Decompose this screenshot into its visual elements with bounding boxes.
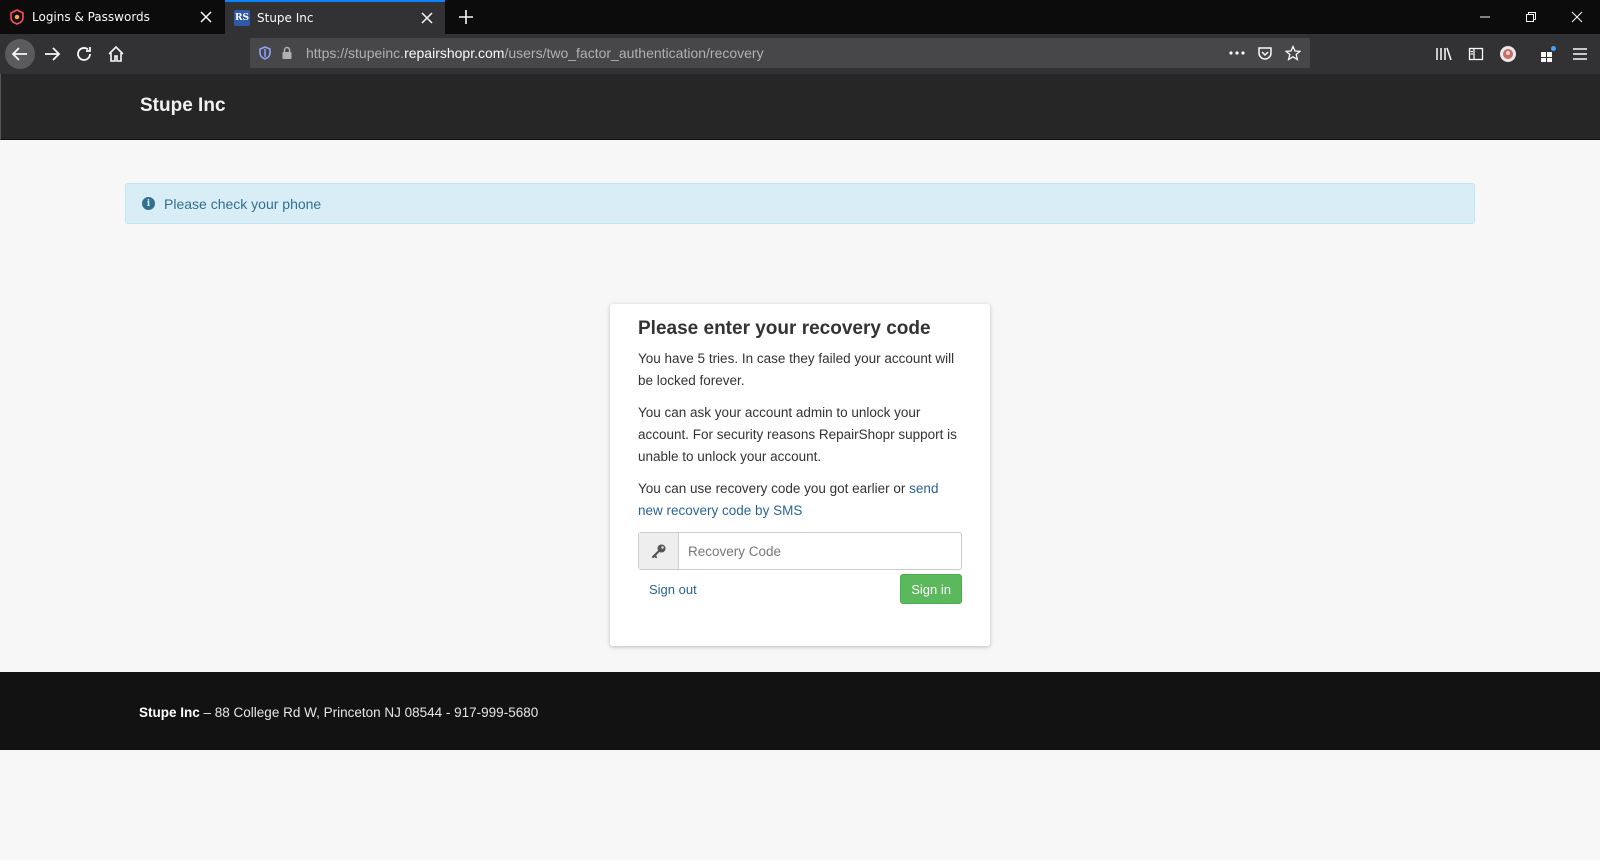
info-alert: i Please check your phone: [125, 183, 1475, 224]
sign-in-button[interactable]: Sign in: [900, 574, 962, 604]
browser-tab-bar: Logins & Passwords RS Stupe Inc: [0, 0, 1600, 34]
recovery-instructions: You can use recovery code you got earlie…: [638, 478, 962, 522]
site-header: Stupe Inc: [0, 74, 1600, 140]
url-text: https://stupeinc.repairshopr.com/users/t…: [306, 45, 764, 61]
key-icon: [639, 533, 679, 569]
url-prefix: https://stupeinc.: [306, 45, 405, 61]
alert-message: Please check your phone: [164, 195, 322, 212]
extensions-icon[interactable]: [1537, 43, 1559, 65]
footer-company: Stupe Inc: [139, 705, 200, 720]
page-actions-icon[interactable]: [1226, 42, 1248, 64]
browser-nav-bar: https://stupeinc.repairshopr.com/users/t…: [0, 34, 1600, 74]
back-button[interactable]: [5, 39, 35, 69]
restore-icon[interactable]: [1508, 0, 1554, 34]
tries-warning: You have 5 tries. In case they failed yo…: [638, 351, 955, 388]
lockwise-icon: [9, 9, 25, 25]
new-tab-icon[interactable]: [456, 7, 476, 27]
rs-favicon-icon: RS: [234, 10, 250, 26]
tab-title: Logins & Passwords: [32, 10, 150, 24]
minimize-icon[interactable]: [1462, 0, 1508, 34]
pocket-icon[interactable]: [1254, 42, 1276, 64]
home-button[interactable]: [101, 39, 131, 69]
lock-icon[interactable]: [276, 42, 298, 64]
sign-out-link[interactable]: Sign out: [649, 582, 697, 597]
footer-text: Stupe Inc – 88 College Rd W, Princeton N…: [139, 705, 538, 720]
bookmark-star-icon[interactable]: [1282, 42, 1304, 64]
close-window-icon[interactable]: [1554, 0, 1600, 34]
library-icon[interactable]: [1433, 43, 1455, 65]
card-title: Please enter your recovery code: [638, 318, 931, 339]
brand-name[interactable]: Stupe Inc: [140, 95, 226, 117]
admin-unlock-note: You can ask your account admin to unlock…: [638, 405, 957, 464]
recovery-code-group: [638, 532, 962, 570]
url-bar[interactable]: https://stupeinc.repairshopr.com/users/t…: [250, 38, 1310, 68]
account-avatar-icon[interactable]: [1497, 43, 1519, 65]
url-path: /users/two_factor_authentication/recover…: [504, 45, 764, 61]
tab-title: Stupe Inc: [257, 11, 314, 25]
url-host: repairshopr.com: [404, 45, 505, 61]
form-actions: Sign out Sign in: [638, 574, 962, 604]
close-tab-icon[interactable]: [417, 8, 437, 28]
favicon-text: RS: [235, 13, 249, 23]
close-tab-icon[interactable]: [196, 7, 216, 27]
menu-hamburger-icon[interactable]: [1569, 43, 1591, 65]
tab-logins-passwords[interactable]: Logins & Passwords: [0, 0, 224, 34]
footer-address: – 88 College Rd W, Princeton NJ 08544 - …: [199, 705, 539, 720]
forward-button[interactable]: [37, 39, 67, 69]
recovery-instructions-text: You can use recovery code you got earlie…: [638, 481, 910, 496]
tab-stupe-inc[interactable]: RS Stupe Inc: [225, 0, 445, 34]
reload-button[interactable]: [69, 39, 99, 69]
site-footer: Stupe Inc – 88 College Rd W, Princeton N…: [0, 672, 1600, 750]
tracking-protection-icon[interactable]: [254, 42, 276, 64]
info-icon: i: [142, 197, 155, 210]
recovery-code-input[interactable]: [679, 533, 961, 569]
recovery-card: Please enter your recovery code You have…: [610, 304, 990, 646]
sidebar-icon[interactable]: [1465, 43, 1487, 65]
